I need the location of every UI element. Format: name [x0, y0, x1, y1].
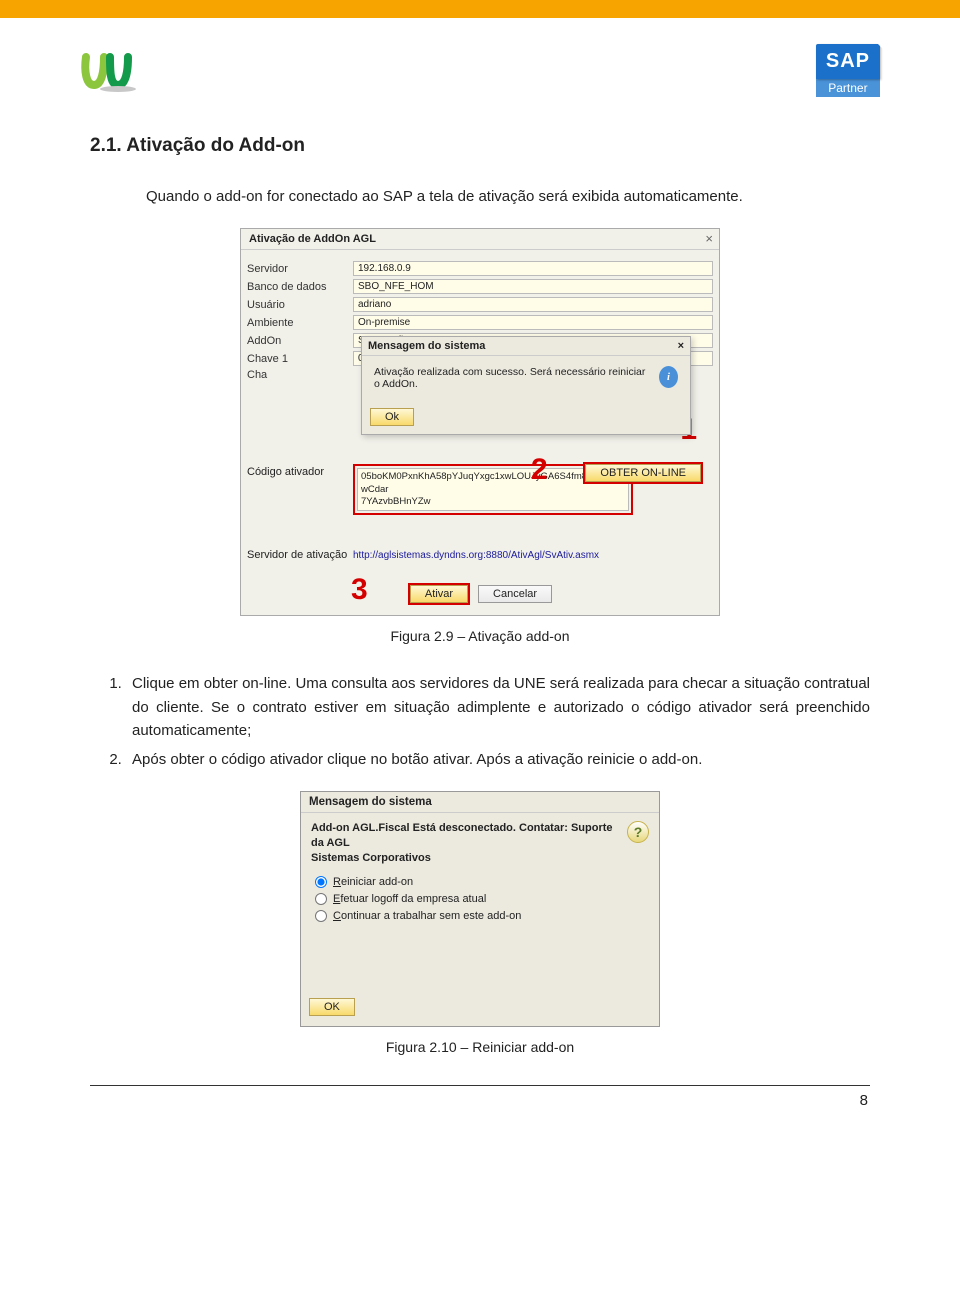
sap-partner-text: Partner	[816, 79, 880, 97]
ok-button[interactable]: OK	[309, 998, 355, 1016]
label-codigo-ativador: Código ativador	[247, 464, 353, 478]
restart-dialog-message: Add-on AGL.Fiscal Está desconectado. Con…	[311, 821, 649, 866]
system-message-text: Ativação realizada com sucesso. Será nec…	[374, 366, 649, 390]
step-1: Clique em obter on-line. Uma consulta ao…	[126, 672, 870, 742]
info-icon: i	[659, 366, 678, 388]
activation-dialog-title: Ativação de AddOn AGL	[241, 229, 719, 250]
figure2-caption: Figura 2.10 – Reiniciar add-on	[90, 1039, 870, 1055]
label-servidor: Servidor	[247, 263, 353, 275]
top-accent-bar	[0, 0, 960, 18]
label-usuario: Usuário	[247, 299, 353, 311]
sap-partner-logo: SAP Partner	[816, 44, 880, 97]
label-cha: Cha	[247, 369, 353, 381]
system-message-title: Mensagem do sistema	[368, 340, 485, 352]
figure1-caption: Figura 2.9 – Ativação add-on	[90, 628, 870, 644]
label-ambiente: Ambiente	[247, 317, 353, 329]
field-banco[interactable]: SBO_NFE_HOM	[353, 279, 713, 294]
obter-online-button[interactable]: OBTER ON-LINE	[585, 464, 701, 482]
radio-continuar[interactable]: Continuar a trabalhar sem este add-on	[315, 910, 649, 922]
field-servidor-ativacao: http://aglsistemas.dyndns.org:8880/AtivA…	[353, 550, 599, 561]
step-2: Após obter o código ativador clique no b…	[126, 748, 870, 771]
callout-3: 3	[351, 573, 368, 607]
label-chave1: Chave 1	[247, 353, 353, 365]
system-message-box: Mensagem do sistema × Ativação realizada …	[361, 336, 691, 435]
steps-list: Clique em obter on-line. Uma consulta ao…	[126, 672, 870, 771]
restart-dialog-title: Mensagem do sistema	[301, 792, 659, 813]
page-footer-rule	[90, 1085, 870, 1086]
label-addon: AddOn	[247, 335, 353, 347]
activation-dialog: Ativação de AddOn AGL × Servidor192.168.…	[240, 228, 720, 616]
label-servidor-ativacao: Servidor de ativação	[247, 549, 353, 561]
restart-dialog: Mensagem do sistema ? Add-on AGL.Fiscal …	[300, 791, 660, 1027]
close-icon[interactable]: ×	[705, 231, 713, 246]
field-usuario[interactable]: adriano	[353, 297, 713, 312]
ativar-button[interactable]: Ativar	[410, 585, 468, 603]
radio-logoff[interactable]: Efetuar logoff da empresa atual	[315, 893, 649, 905]
radio-reiniciar[interactable]: Reiniciar add-on	[315, 876, 649, 888]
page-header: SAP Partner	[0, 18, 960, 107]
une-logo	[80, 49, 144, 93]
intro-paragraph: Quando o add-on for conectado ao SAP a t…	[90, 185, 870, 208]
sap-text: SAP	[826, 50, 870, 72]
ok-button[interactable]: Ok	[370, 408, 414, 426]
field-ambiente[interactable]: On-premise	[353, 315, 713, 330]
cancelar-button[interactable]: Cancelar	[478, 585, 552, 603]
section-heading: 2.1. Ativação do Add-on	[90, 135, 870, 157]
close-icon[interactable]: ×	[678, 340, 684, 352]
field-servidor[interactable]: 192.168.0.9	[353, 261, 713, 276]
label-banco: Banco de dados	[247, 281, 353, 293]
page-number: 8	[90, 1092, 868, 1109]
callout-2: 2	[531, 453, 548, 487]
